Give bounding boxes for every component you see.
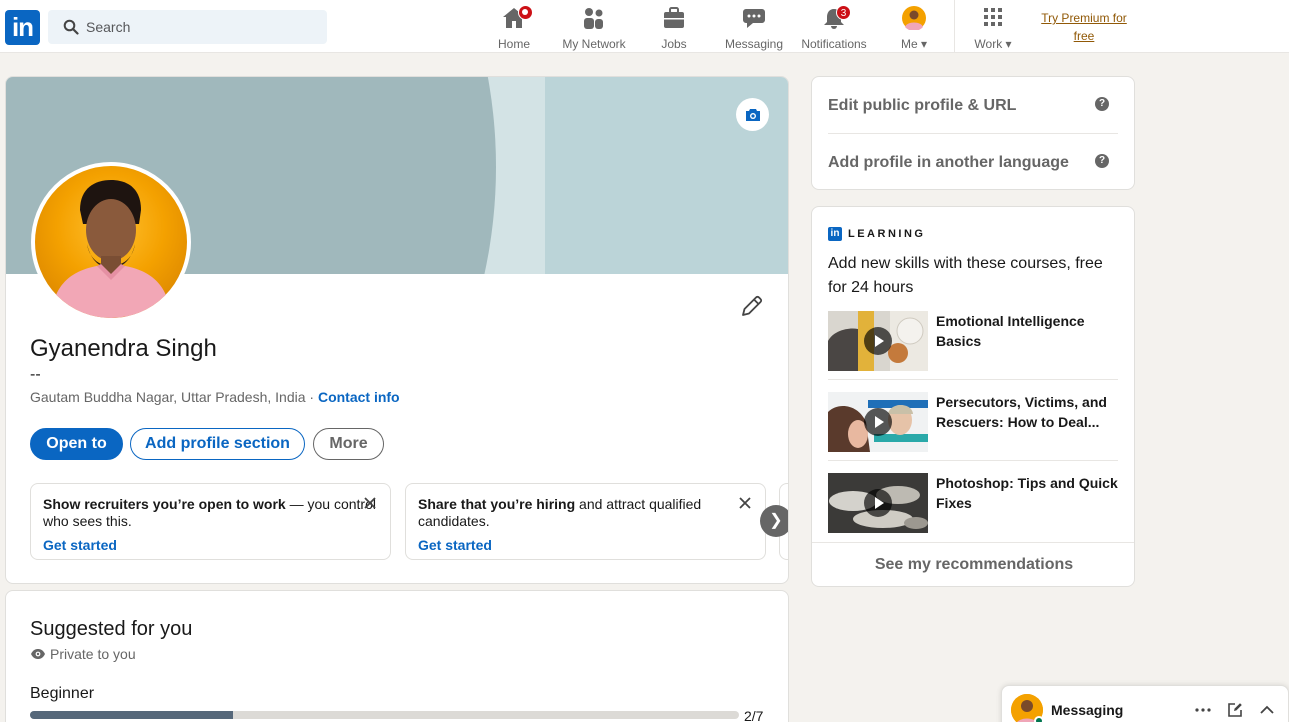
network-icon — [584, 8, 603, 29]
nav-label: Notifications — [801, 37, 867, 51]
private-to-you: Private to you — [30, 646, 136, 662]
nav-my-network[interactable]: My Network — [557, 6, 631, 51]
search-input[interactable] — [86, 10, 316, 44]
learning-header: in LEARNING — [828, 227, 925, 241]
suggested-for-you-card: Suggested for you Private to you Beginne… — [5, 590, 789, 722]
open-to-button[interactable]: Open to — [30, 428, 123, 460]
get-started-link[interactable]: Get started — [418, 537, 492, 554]
profile-card: Gyanendra Singh -- Gautam Buddha Nagar, … — [5, 76, 789, 584]
divider — [828, 460, 1118, 461]
chevron-up-icon[interactable] — [1258, 701, 1276, 719]
divider — [828, 379, 1118, 380]
nav-work[interactable]: Work ▾ — [969, 6, 1017, 51]
top-navigation: in Home My Network Jobs Messaging 3 — [0, 0, 1289, 53]
close-icon[interactable] — [362, 495, 378, 511]
level-label: Beginner — [30, 685, 95, 702]
learning-subtitle: Add new skills with these courses, free … — [828, 255, 1103, 296]
progress-count: 2/7 — [744, 708, 764, 722]
divider — [828, 133, 1118, 134]
messaging-label: Messaging — [1051, 702, 1124, 718]
course-title[interactable]: Emotional Intelligence Basics — [936, 311, 1120, 351]
camera-icon — [745, 108, 760, 121]
separator: · — [309, 389, 315, 405]
open-to-work-card: Show recruiters you’re open to work — yo… — [30, 483, 391, 560]
add-profile-language-link[interactable]: Add profile in another language — [828, 154, 1118, 172]
close-icon[interactable] — [737, 495, 753, 511]
course-item[interactable]: Emotional Intelligence Basics — [828, 311, 1118, 373]
carousel-next-button[interactable]: ❯ — [760, 505, 788, 537]
help-icon[interactable]: ? — [1095, 97, 1109, 111]
nav-me[interactable]: Me ▾ — [892, 6, 936, 51]
course-item[interactable]: Photoshop: Tips and Quick Fixes — [828, 473, 1118, 535]
progress-fill — [30, 711, 233, 719]
add-profile-section-button[interactable]: Add profile section — [130, 428, 305, 460]
chevron-down-icon: ▾ — [1005, 37, 1012, 51]
online-status-dot — [1034, 716, 1044, 722]
linkedin-learning-logo-icon: in — [828, 227, 842, 241]
profile-photo[interactable] — [31, 162, 191, 322]
edit-pencil-icon[interactable] — [739, 293, 765, 319]
contact-info-link[interactable]: Contact info — [318, 389, 400, 405]
course-title[interactable]: Photoshop: Tips and Quick Fixes — [936, 473, 1120, 513]
eye-icon — [31, 649, 45, 659]
try-premium-link[interactable]: Try Premium for free — [1030, 9, 1138, 45]
nav-jobs[interactable]: Jobs — [651, 6, 697, 51]
nav-label: Me ▾ — [900, 37, 928, 51]
edit-banner-button[interactable] — [736, 98, 769, 131]
more-button[interactable]: More — [313, 428, 384, 460]
see-my-recommendations-button[interactable]: See my recommendations — [812, 542, 1134, 586]
course-thumbnail[interactable] — [828, 392, 928, 452]
nav-label: My Network — [562, 37, 626, 51]
profile-settings-card: Edit public profile & URL ? Add profile … — [811, 76, 1135, 190]
hiring-card: Share that you’re hiring and attract qua… — [405, 483, 766, 560]
course-item[interactable]: Persecutors, Victims, and Rescuers: How … — [828, 392, 1118, 454]
card-heading: Share that you’re hiring — [418, 496, 576, 512]
grid-icon — [984, 8, 1002, 26]
course-title[interactable]: Persecutors, Victims, and Rescuers: How … — [936, 392, 1120, 432]
location-text: Gautam Buddha Nagar, Uttar Pradesh, Indi… — [30, 389, 306, 405]
profile-name: Gyanendra Singh — [30, 335, 217, 362]
search-icon — [63, 19, 79, 35]
course-thumbnail[interactable] — [828, 473, 928, 533]
course-thumbnail[interactable] — [828, 311, 928, 371]
search-box[interactable] — [48, 10, 327, 44]
notification-dot — [518, 5, 533, 20]
private-label: Private to you — [50, 646, 136, 662]
get-started-link[interactable]: Get started — [43, 537, 117, 554]
play-icon[interactable] — [864, 327, 892, 355]
jobs-icon — [664, 7, 684, 28]
chevron-down-icon: ▾ — [920, 37, 928, 51]
help-icon[interactable]: ? — [1095, 154, 1109, 168]
card-heading: Show recruiters you’re open to work — [43, 496, 286, 512]
nav-divider — [954, 0, 955, 52]
me-avatar — [902, 6, 926, 32]
nav-messaging[interactable]: Messaging — [722, 6, 786, 51]
messaging-icon — [743, 9, 765, 28]
edit-public-profile-link[interactable]: Edit public profile & URL — [828, 97, 1118, 115]
compose-icon[interactable] — [1226, 701, 1244, 719]
profile-location: Gautam Buddha Nagar, Uttar Pradesh, Indi… — [30, 389, 400, 405]
profile-headline: -- — [30, 366, 41, 383]
learning-brand: LEARNING — [848, 228, 926, 240]
learning-card: in LEARNING Add new skills with these co… — [811, 206, 1135, 587]
nav-notifications[interactable]: 3 Notifications — [796, 5, 872, 51]
nav-label: Messaging — [724, 37, 784, 51]
nav-label: Home — [497, 37, 530, 51]
person-photo-icon — [51, 180, 171, 318]
linkedin-logo-icon[interactable]: in — [5, 10, 40, 45]
nav-label: Work ▾ — [974, 37, 1012, 51]
more-options-icon[interactable] — [1194, 701, 1212, 719]
notification-count-badge: 3 — [836, 5, 851, 20]
section-title: Suggested for you — [30, 618, 193, 640]
nav-home[interactable]: Home — [490, 5, 538, 51]
messaging-overlay[interactable]: Messaging — [1001, 685, 1289, 722]
nav-label: Jobs — [661, 37, 687, 51]
play-icon[interactable] — [864, 489, 892, 517]
progress-track — [30, 711, 739, 719]
play-icon[interactable] — [864, 408, 892, 436]
chevron-right-icon: ❯ — [769, 512, 783, 529]
